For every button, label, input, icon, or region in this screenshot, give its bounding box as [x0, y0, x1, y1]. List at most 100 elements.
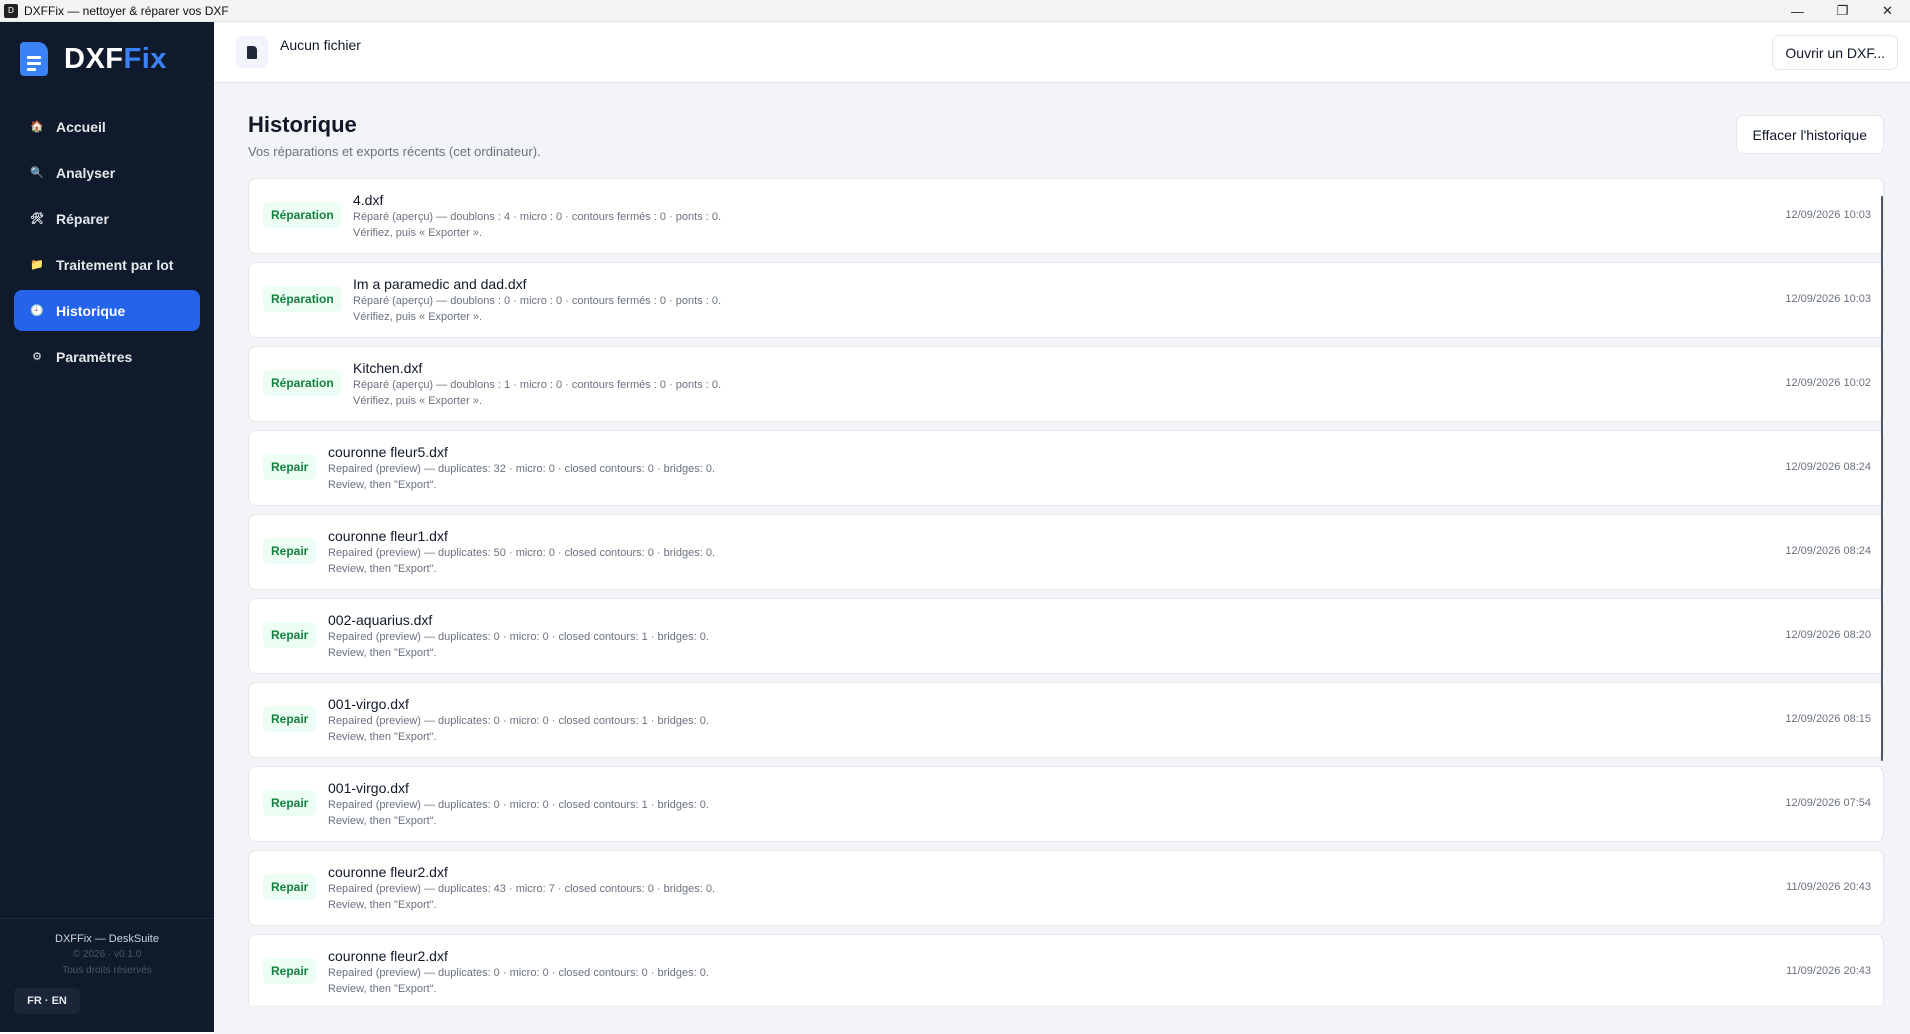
- history-summary: Repaired (preview) — duplicates: 43 · mi…: [328, 883, 715, 895]
- history-badge: Repair: [263, 538, 317, 564]
- footer-version: © 2026 · v0.1.0: [72, 949, 142, 960]
- page-subtitle: Vos réparations et exports récents (cet …: [248, 144, 541, 159]
- minimize-button[interactable]: —: [1775, 0, 1820, 22]
- close-button[interactable]: ✕: [1865, 0, 1910, 22]
- history-file-name: Kitchen.dxf: [353, 360, 423, 376]
- history-timestamp: 12/09/2026 07:54: [1785, 797, 1871, 809]
- sidebar-item-label: Traitement par lot: [56, 256, 174, 273]
- gear-icon: ⚙: [32, 350, 42, 363]
- history-hint: Review, then "Export".: [328, 899, 437, 911]
- history-badge: Réparation: [263, 286, 342, 312]
- history-timestamp: 11/09/2026 20:43: [1786, 965, 1871, 977]
- history-entry: couronne fleur2.dxf Repaired (preview) —…: [328, 863, 715, 913]
- history-timestamp: 12/09/2026 10:02: [1785, 377, 1871, 389]
- main-content: Historique Vos réparations et exports ré…: [214, 83, 1910, 1034]
- open-dxf-button[interactable]: Ouvrir un DXF...: [1772, 35, 1898, 70]
- page-title: Historique: [248, 112, 357, 137]
- history-badge: Réparation: [263, 202, 342, 228]
- sidebar-item-label: Paramètres: [56, 348, 133, 365]
- sidebar-nav: 🏠 Accueil 🔍 Analyser 🛠 Réparer 📁 Traitem…: [14, 106, 200, 382]
- history-row[interactable]: Repair 001-virgo.dxf Repaired (preview) …: [248, 766, 1884, 842]
- history-row[interactable]: Réparation Im a paramedic and dad.dxf Ré…: [248, 262, 1884, 338]
- history-summary: Réparé (aperçu) — doublons : 4 · micro :…: [353, 211, 722, 223]
- history-row[interactable]: Repair couronne fleur2.dxf Repaired (pre…: [248, 934, 1884, 1005]
- sidebar-item-label: Historique: [56, 302, 126, 319]
- history-list: Réparation 4.dxf Réparé (aperçu) — doubl…: [248, 178, 1884, 1005]
- sidebar-item-label: Analyser: [56, 164, 116, 181]
- history-summary: Repaired (preview) — duplicates: 50 · mi…: [328, 547, 715, 559]
- history-row[interactable]: Réparation Kitchen.dxf Réparé (aperçu) —…: [248, 346, 1884, 422]
- history-file-name: couronne fleur1.dxf: [328, 528, 448, 544]
- history-timestamp: 11/09/2026 20:43: [1786, 881, 1871, 893]
- current-file-label: Aucun fichier: [280, 37, 361, 53]
- topbar: Aucun fichier Ouvrir un DXF...: [214, 22, 1910, 83]
- file-icon: [236, 36, 268, 68]
- sidebar-item-reparer[interactable]: 🛠 Réparer: [14, 198, 200, 239]
- history-entry: 001-virgo.dxf Repaired (preview) — dupli…: [328, 695, 709, 745]
- clear-history-button[interactable]: Effacer l'historique: [1735, 115, 1884, 154]
- history-timestamp: 12/09/2026 08:24: [1785, 545, 1871, 557]
- sidebar-item-label: Réparer: [56, 210, 109, 227]
- maximize-button[interactable]: ❐: [1820, 0, 1865, 22]
- history-summary: Repaired (preview) — duplicates: 0 · mic…: [328, 967, 709, 979]
- window-titlebar: D DXFFix — nettoyer & réparer vos DXF — …: [0, 0, 1910, 22]
- sidebar-item-traitement-par-lot[interactable]: 📁 Traitement par lot: [14, 244, 200, 285]
- history-file-name: 4.dxf: [353, 192, 384, 208]
- history-hint: Review, then "Export".: [328, 563, 437, 575]
- logo-text-part2: Fix: [123, 42, 167, 75]
- history-hint: Review, then "Export".: [328, 815, 437, 827]
- history-badge: Repair: [263, 958, 317, 984]
- sidebar-item-label: Accueil: [56, 118, 106, 135]
- history-hint: Review, then "Export".: [328, 479, 437, 491]
- history-timestamp: 12/09/2026 08:24: [1785, 461, 1871, 473]
- history-row[interactable]: Réparation 4.dxf Réparé (aperçu) — doubl…: [248, 178, 1884, 254]
- history-badge: Repair: [263, 706, 317, 732]
- history-badge: Repair: [263, 454, 317, 480]
- history-file-name: couronne fleur2.dxf: [328, 864, 448, 880]
- history-entry: 4.dxf Réparé (aperçu) — doublons : 4 · m…: [353, 191, 721, 241]
- history-entry: couronne fleur2.dxf Repaired (preview) —…: [328, 947, 709, 997]
- history-timestamp: 12/09/2026 10:03: [1785, 209, 1871, 221]
- history-file-name: couronne fleur5.dxf: [328, 444, 448, 460]
- history-row[interactable]: Repair 001-virgo.dxf Repaired (preview) …: [248, 682, 1884, 758]
- history-hint: Review, then "Export".: [328, 647, 437, 659]
- history-row[interactable]: Repair couronne fleur5.dxf Repaired (pre…: [248, 430, 1884, 506]
- app-icon: D: [4, 3, 18, 18]
- sidebar: DXFFix 🏠 Accueil 🔍 Analyser 🛠 Réparer 📁 …: [0, 22, 214, 1032]
- sidebar-footer: DXFFix — DeskSuite © 2026 · v0.1.0 Tous …: [0, 918, 214, 979]
- history-row[interactable]: Repair 002-aquarius.dxf Repaired (previe…: [248, 598, 1884, 674]
- sidebar-item-parametres[interactable]: ⚙ Paramètres: [14, 336, 200, 377]
- history-entry: Im a paramedic and dad.dxf Réparé (aperç…: [353, 275, 721, 325]
- clock-icon: 🕘: [30, 304, 44, 317]
- app-logo: DXFFix: [20, 42, 167, 76]
- history-row[interactable]: Repair couronne fleur2.dxf Repaired (pre…: [248, 850, 1884, 926]
- window-title: DXFFix — nettoyer & réparer vos DXF: [24, 3, 229, 18]
- history-entry: Kitchen.dxf Réparé (aperçu) — doublons :…: [353, 359, 721, 409]
- history-entry: couronne fleur5.dxf Repaired (preview) —…: [328, 443, 715, 493]
- history-file-name: 001-virgo.dxf: [328, 696, 409, 712]
- history-file-name: couronne fleur2.dxf: [328, 948, 448, 964]
- history-scrollbar[interactable]: [1881, 196, 1883, 761]
- history-timestamp: 12/09/2026 10:03: [1785, 293, 1871, 305]
- history-hint: Vérifiez, puis « Exporter ».: [353, 395, 483, 407]
- language-switcher[interactable]: FR · EN: [14, 988, 80, 1014]
- footer-rights: Tous droits réservés: [62, 965, 152, 976]
- history-summary: Réparé (aperçu) — doublons : 0 · micro :…: [353, 295, 722, 307]
- sidebar-item-accueil[interactable]: 🏠 Accueil: [14, 106, 200, 147]
- sidebar-item-historique[interactable]: 🕘 Historique: [14, 290, 200, 331]
- footer-app-name: DXFFix — DeskSuite: [55, 933, 159, 945]
- history-row[interactable]: Repair couronne fleur1.dxf Repaired (pre…: [248, 514, 1884, 590]
- logo-text-part1: DXF: [64, 42, 124, 75]
- sidebar-item-analyser[interactable]: 🔍 Analyser: [14, 152, 200, 193]
- history-hint: Review, then "Export".: [328, 731, 437, 743]
- history-file-name: 001-virgo.dxf: [328, 780, 409, 796]
- history-timestamp: 12/09/2026 08:15: [1785, 713, 1871, 725]
- history-badge: Repair: [263, 790, 317, 816]
- search-icon: 🔍: [30, 166, 44, 179]
- history-file-name: 002-aquarius.dxf: [328, 612, 433, 628]
- history-badge: Repair: [263, 622, 317, 648]
- logo-text: DXFFix: [64, 43, 167, 76]
- history-summary: Réparé (aperçu) — doublons : 1 · micro :…: [353, 379, 722, 391]
- history-hint: Review, then "Export".: [328, 983, 437, 995]
- history-badge: Repair: [263, 874, 317, 900]
